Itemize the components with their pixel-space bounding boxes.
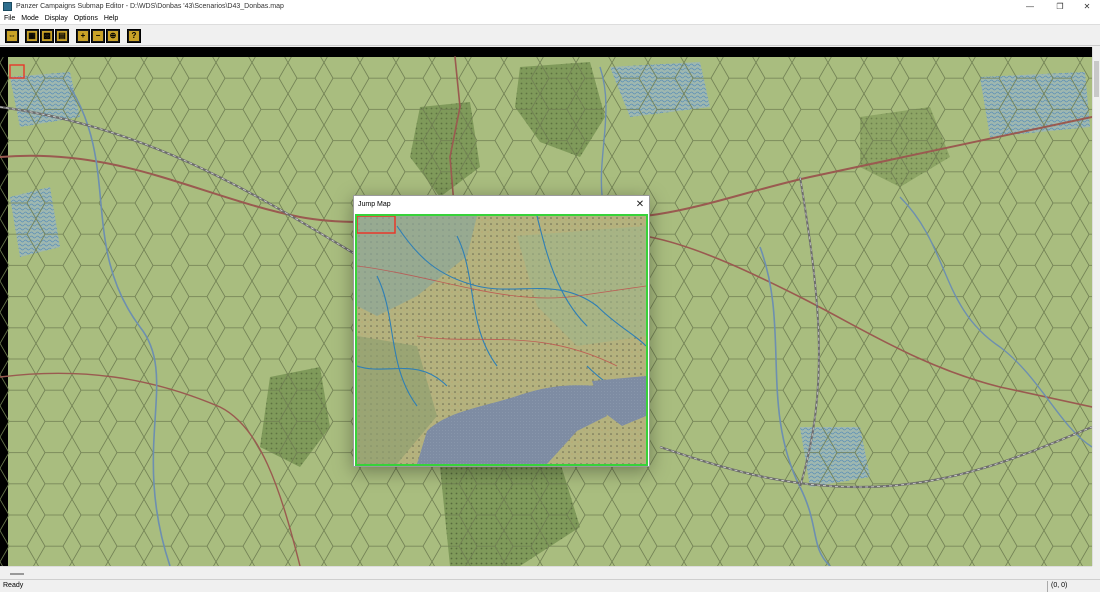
- help-icon: ?: [129, 31, 139, 41]
- menu-file[interactable]: File: [4, 15, 15, 22]
- coords-pane: (0, 0): [1047, 581, 1099, 592]
- zoom-in-icon: +: [78, 31, 88, 41]
- open-icon: ▦: [27, 31, 37, 41]
- close-button[interactable]: ✕: [1072, 0, 1100, 13]
- app-icon: [3, 2, 12, 11]
- scroll-icon: ⇔: [7, 31, 17, 41]
- vertical-scroll-thumb[interactable]: [1094, 61, 1099, 97]
- zoom-out-button[interactable]: −: [91, 29, 105, 43]
- zoom-in-button[interactable]: +: [76, 29, 90, 43]
- map-edge: [0, 47, 1092, 57]
- submap-icon: ▩: [42, 31, 52, 41]
- jump-button[interactable]: ⊕: [106, 29, 120, 43]
- overview-canvas[interactable]: [357, 216, 646, 464]
- jump-map-titlebar[interactable]: Jump Map ✕: [354, 196, 649, 214]
- status-text: Ready: [3, 582, 24, 589]
- window-title: Panzer Campaigns Submap Editor - D:\WDS\…: [16, 3, 284, 10]
- jump-icon: ⊕: [108, 31, 118, 41]
- zoom-out-icon: −: [93, 31, 103, 41]
- title-bar: Panzer Campaigns Submap Editor - D:\WDS\…: [0, 0, 1100, 13]
- horizontal-scroll-thumb[interactable]: [10, 573, 24, 575]
- jump-map-overview[interactable]: [355, 214, 648, 466]
- submap-button[interactable]: ▩: [40, 29, 54, 43]
- cursor-coords: (0, 0): [1051, 582, 1068, 589]
- minimize-button[interactable]: —: [1015, 0, 1045, 13]
- menu-bar: File Mode Display Options Help: [0, 13, 1100, 24]
- help-button[interactable]: ?: [127, 29, 141, 43]
- save-button[interactable]: ▤: [55, 29, 69, 43]
- jump-map-title: Jump Map: [358, 201, 391, 208]
- vertical-scrollbar[interactable]: [1092, 47, 1100, 566]
- menu-display[interactable]: Display: [45, 15, 68, 22]
- restore-button[interactable]: ❐: [1045, 0, 1075, 13]
- jump-map-close-button[interactable]: ✕: [633, 198, 647, 212]
- horizontal-scrollbar[interactable]: [0, 566, 1092, 579]
- menu-mode[interactable]: Mode: [21, 15, 39, 22]
- save-icon: ▤: [57, 31, 67, 41]
- menu-options[interactable]: Options: [74, 15, 98, 22]
- scroll-button[interactable]: ⇔: [5, 29, 19, 43]
- jump-map-dialog: Jump Map ✕: [353, 195, 650, 467]
- open-button[interactable]: ▦: [25, 29, 39, 43]
- toolbar: ⇔ ▦ ▩ ▤ + − ⊕ ?: [0, 24, 1100, 46]
- menu-help[interactable]: Help: [104, 15, 118, 22]
- status-bar: Ready (0, 0): [0, 579, 1100, 592]
